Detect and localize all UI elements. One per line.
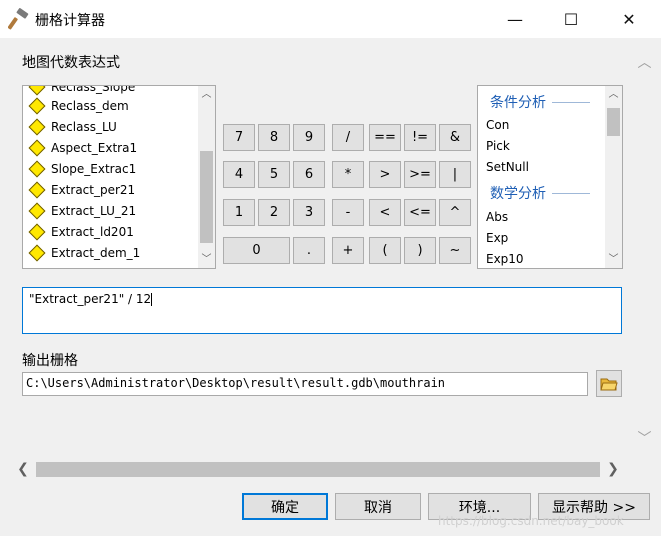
- raster-layer-icon: [28, 223, 46, 241]
- output-raster-label: 输出栅格: [22, 353, 78, 369]
- key-and[interactable]: &: [439, 124, 471, 151]
- key-0[interactable]: 0: [223, 237, 290, 264]
- layer-list-scrollbar[interactable]: ︿ ﹀: [198, 86, 215, 268]
- list-item[interactable]: Extract_ld201: [28, 222, 134, 242]
- output-raster-path: C:\Users\Administrator\Desktop\result\re…: [26, 376, 446, 390]
- function-list-scrollbar[interactable]: ︿ ﹀: [605, 86, 622, 268]
- list-item[interactable]: Reclass_dem: [28, 96, 129, 116]
- scroll-right-arrow-icon[interactable]: ❯: [604, 460, 622, 479]
- dialog-body: 地图代数表达式 Reclass_Slope Reclass_dem Reclas…: [0, 38, 661, 536]
- title-bar: 栅格计算器 — ☐ ✕: [0, 0, 661, 38]
- list-item[interactable]: Slope_Extrac1: [28, 159, 136, 179]
- scroll-down-arrow-icon[interactable]: ﹀: [198, 251, 215, 268]
- list-item[interactable]: Aspect_Extra1: [28, 138, 137, 158]
- scroll-up-arrow-icon[interactable]: ︿: [605, 86, 622, 103]
- expression-input[interactable]: "Extract_per21" / 12: [22, 287, 622, 334]
- key-7[interactable]: 7: [223, 124, 255, 151]
- scroll-up-arrow-icon[interactable]: ︿: [198, 86, 215, 103]
- raster-layer-icon: [28, 181, 46, 199]
- key-or[interactable]: |: [439, 161, 471, 188]
- group-divider: [552, 192, 590, 194]
- key-decimal[interactable]: .: [293, 237, 325, 264]
- key-4[interactable]: 4: [223, 161, 255, 188]
- key-plus[interactable]: +: [332, 237, 364, 264]
- key-divide[interactable]: /: [332, 124, 364, 151]
- raster-layer-icon: [28, 244, 46, 262]
- watermark-text: https://blog.csdn.net/bay_book: [438, 514, 624, 528]
- minimize-button[interactable]: —: [492, 0, 538, 38]
- key-not-equal[interactable]: !=: [404, 124, 436, 151]
- function-exp10[interactable]: Exp10: [486, 252, 524, 266]
- layer-list[interactable]: Reclass_Slope Reclass_dem Reclass_LU Asp…: [22, 85, 216, 269]
- scrollbar-thumb[interactable]: [607, 108, 620, 136]
- raster-layer-icon: [28, 118, 46, 136]
- window-title: 栅格计算器: [35, 13, 105, 29]
- raster-layer-icon: [28, 139, 46, 157]
- panel-scroll-up-icon[interactable]: ︿: [636, 52, 653, 72]
- function-exp[interactable]: Exp: [486, 231, 508, 245]
- list-item[interactable]: Reclass_LU: [28, 117, 117, 137]
- key-xor[interactable]: ^: [439, 199, 471, 226]
- function-pick[interactable]: Pick: [486, 139, 510, 153]
- group-divider: [552, 101, 590, 103]
- hammer-icon: [8, 8, 29, 30]
- open-folder-icon: [600, 378, 618, 390]
- key-less[interactable]: <: [369, 199, 401, 226]
- panel-scroll-down-icon[interactable]: ﹀: [636, 428, 653, 448]
- panel-scrollbar[interactable]: ︿ ﹀: [636, 52, 653, 462]
- raster-layer-icon: [28, 160, 46, 178]
- list-item[interactable]: Extract_dem_1: [28, 243, 140, 263]
- key-1[interactable]: 1: [223, 199, 255, 226]
- map-algebra-label: 地图代数表达式: [22, 55, 120, 71]
- key-equal[interactable]: ==: [369, 124, 401, 151]
- function-abs[interactable]: Abs: [486, 210, 508, 224]
- close-button[interactable]: ✕: [606, 0, 652, 38]
- function-con[interactable]: Con: [486, 118, 509, 132]
- raster-layer-icon: [28, 97, 46, 115]
- function-group-conditional: 条件分析: [490, 92, 590, 112]
- scroll-down-arrow-icon[interactable]: ﹀: [605, 251, 622, 268]
- function-group-math: 数学分析: [490, 183, 590, 203]
- raster-layer-icon: [28, 86, 46, 96]
- key-greater-equal[interactable]: >=: [404, 161, 436, 188]
- key-not[interactable]: ~: [439, 237, 471, 264]
- scrollbar-thumb[interactable]: [200, 151, 213, 243]
- key-close-paren[interactable]: ): [404, 237, 436, 264]
- key-9[interactable]: 9: [293, 124, 325, 151]
- list-item[interactable]: Extract_LU_21: [28, 201, 136, 221]
- horizontal-scrollbar-thumb[interactable]: [36, 462, 600, 477]
- horizontal-scrollbar[interactable]: ❮ ❯: [14, 460, 622, 479]
- function-list[interactable]: 条件分析 Con Pick SetNull 数学分析 Abs Exp Exp10…: [477, 85, 623, 269]
- ok-button[interactable]: 确定: [242, 493, 328, 520]
- key-5[interactable]: 5: [258, 161, 290, 188]
- key-6[interactable]: 6: [293, 161, 325, 188]
- output-raster-input[interactable]: C:\Users\Administrator\Desktop\result\re…: [22, 372, 588, 396]
- key-8[interactable]: 8: [258, 124, 290, 151]
- key-multiply[interactable]: *: [332, 161, 364, 188]
- key-open-paren[interactable]: (: [369, 237, 401, 264]
- browse-folder-button[interactable]: [596, 370, 622, 397]
- maximize-button[interactable]: ☐: [548, 0, 594, 38]
- scroll-left-arrow-icon[interactable]: ❮: [14, 460, 32, 479]
- key-2[interactable]: 2: [258, 199, 290, 226]
- cancel-button[interactable]: 取消: [335, 493, 421, 520]
- expression-text: "Extract_per21" / 12: [29, 292, 153, 306]
- function-setnull[interactable]: SetNull: [486, 160, 529, 174]
- raster-layer-icon: [28, 202, 46, 220]
- text-caret: [151, 293, 153, 306]
- key-greater[interactable]: >: [369, 161, 401, 188]
- key-3[interactable]: 3: [293, 199, 325, 226]
- key-minus[interactable]: -: [332, 199, 364, 226]
- list-item[interactable]: Extract_per21: [28, 180, 135, 200]
- key-less-equal[interactable]: <=: [404, 199, 436, 226]
